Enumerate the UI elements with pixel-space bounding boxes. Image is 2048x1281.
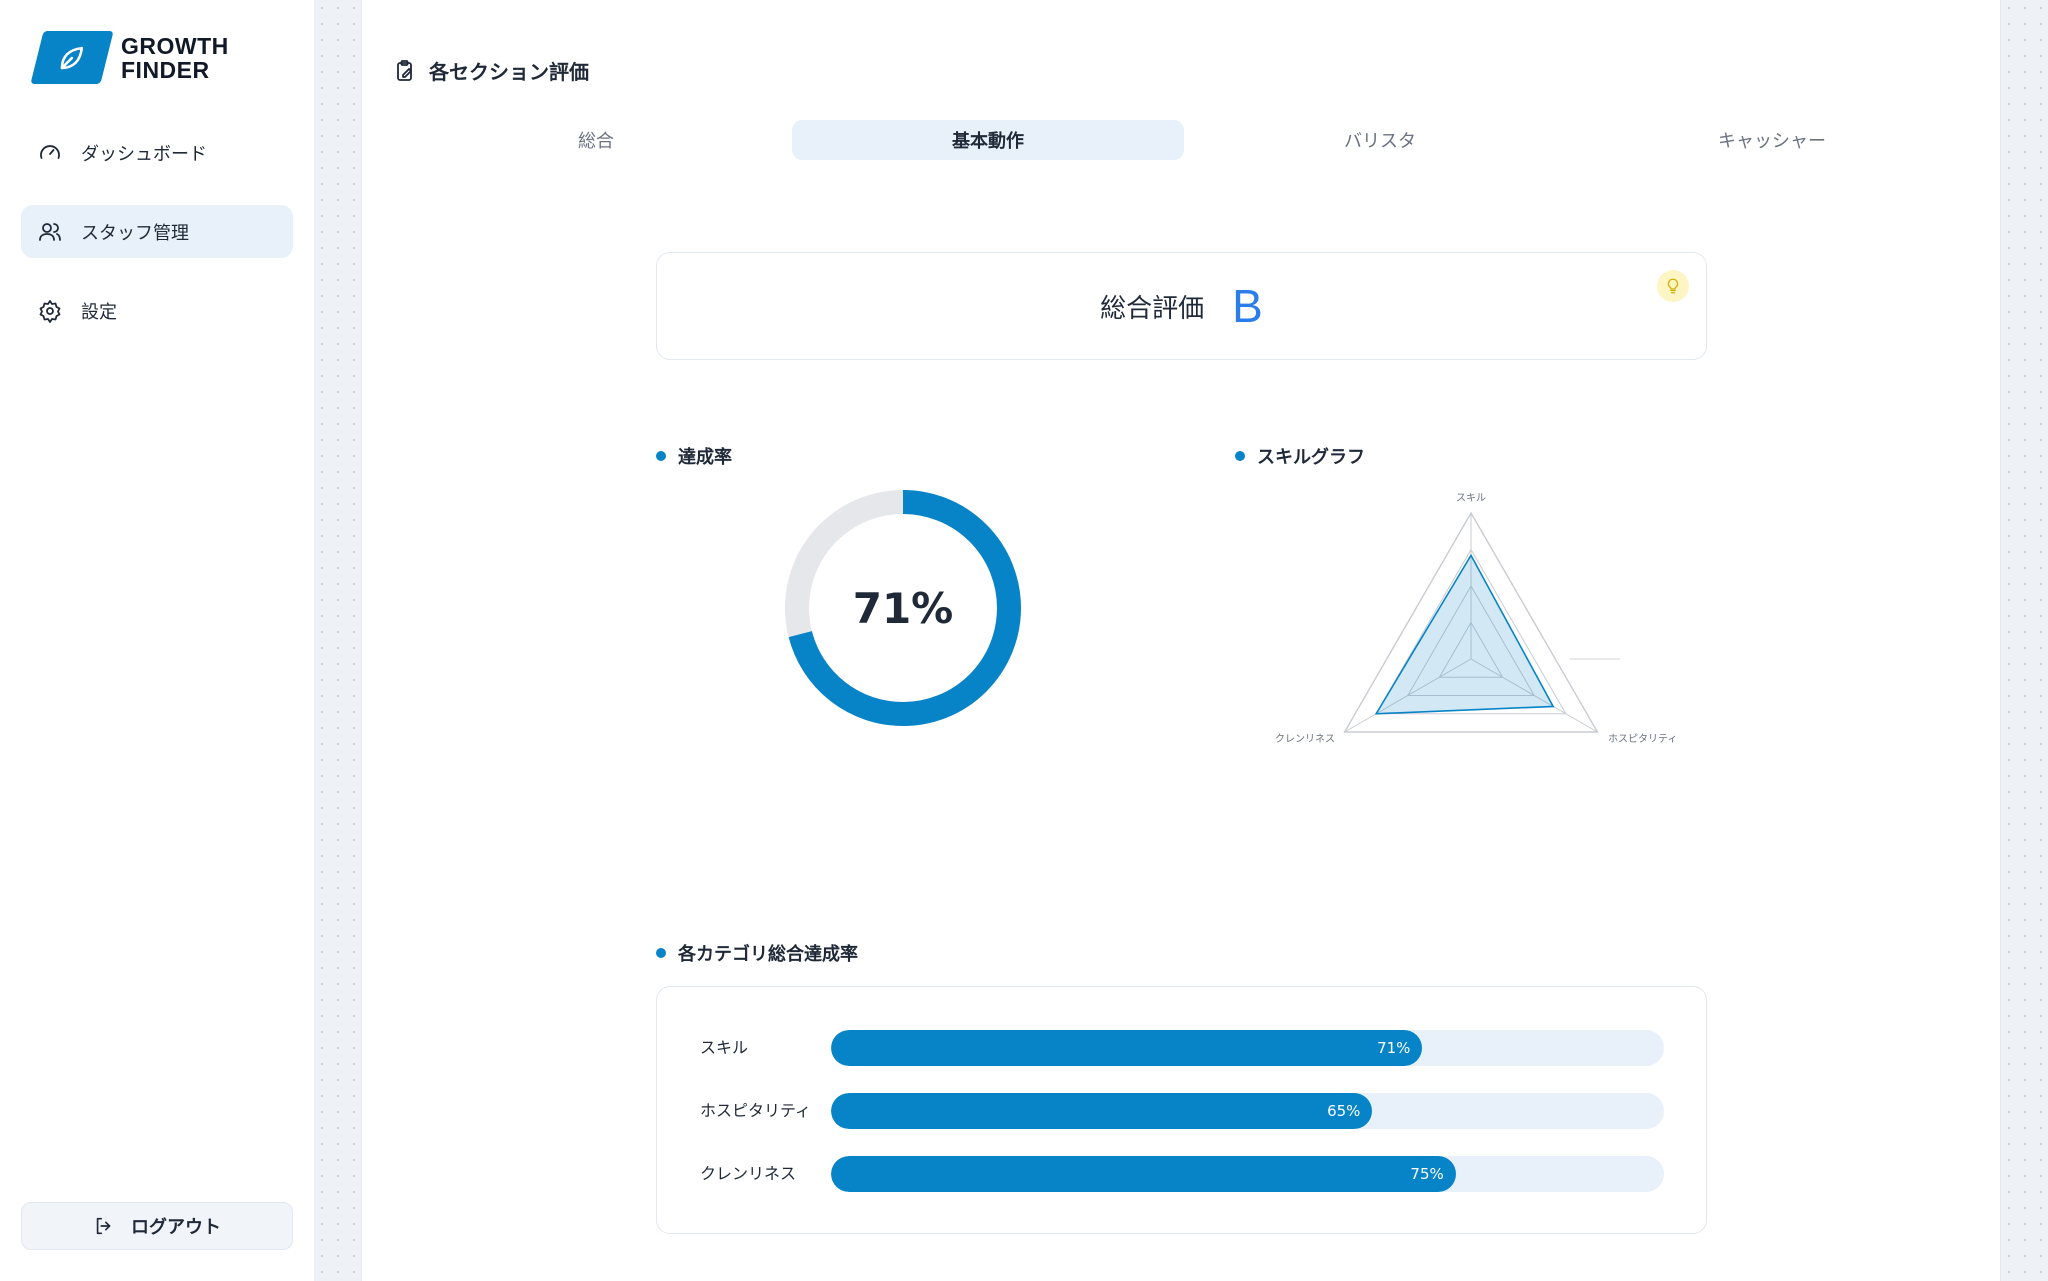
radar-data-area xyxy=(1374,553,1555,715)
sidebar-item-staff[interactable]: スタッフ管理 xyxy=(21,205,293,258)
brand-name-line1: GROWTH xyxy=(121,32,229,59)
category-bar-track: 75% xyxy=(831,1156,1664,1192)
sidebar-item-dashboard[interactable]: ダッシュボード xyxy=(21,126,293,179)
category-bar-fill: 65% xyxy=(831,1093,1373,1129)
tab-overall[interactable]: 総合 xyxy=(400,120,792,160)
lightbulb-icon[interactable] xyxy=(1657,270,1689,302)
category-heading-text: 各カテゴリ総合達成率 xyxy=(678,944,858,965)
sidebar-item-label: スタッフ管理 xyxy=(81,222,189,244)
bullet-dot xyxy=(1235,451,1245,461)
section-tabs: 総合 基本動作 バリスタ キャッシャー xyxy=(400,120,1970,160)
category-heading: 各カテゴリ総合達成率 xyxy=(656,940,858,966)
sidebar: GROWTH FINDER ダッシュボード スタッフ管理 設定 ログアウト xyxy=(0,0,314,1281)
page-title-text: 各セクション評価 xyxy=(429,60,589,84)
background-strip xyxy=(2000,0,2048,1281)
main-content: 各セクション評価 総合 基本動作 バリスタ キャッシャー 総合評価 B 達成率 … xyxy=(363,0,2000,1281)
category-row: スキル 71% xyxy=(657,1030,1708,1066)
category-bar-track: 71% xyxy=(831,1030,1664,1066)
bullet-dot xyxy=(656,451,666,461)
skill-graph-heading: スキルグラフ xyxy=(1235,443,1365,469)
category-bar-value: 71% xyxy=(1377,1039,1411,1057)
overall-grade: B xyxy=(1232,280,1263,332)
brand-logo[interactable]: GROWTH FINDER xyxy=(30,31,229,84)
radar-axis-label-skill: スキル xyxy=(1456,493,1486,504)
category-bar-value: 65% xyxy=(1327,1102,1361,1120)
tab-cashier[interactable]: キャッシャー xyxy=(1576,120,1968,160)
skill-radar: スキル ホスピタリティ クレンリネス xyxy=(1263,478,1713,758)
tab-barista[interactable]: バリスタ xyxy=(1184,120,1576,160)
users-icon xyxy=(37,219,63,245)
category-label: ホスピタリティ xyxy=(700,1101,812,1120)
category-label: スキル xyxy=(700,1038,749,1057)
radar-axis-label-cleanliness: クレンリネス xyxy=(1275,733,1335,745)
category-row: ホスピタリティ 65% xyxy=(657,1093,1708,1129)
achievement-heading-text: 達成率 xyxy=(678,447,732,468)
category-row: クレンリネス 75% xyxy=(657,1156,1708,1192)
background-strip xyxy=(314,0,362,1281)
clipboard-edit-icon xyxy=(393,59,417,83)
leaf-icon xyxy=(30,31,114,84)
brand-name-line2: FINDER xyxy=(121,56,210,83)
page-title: 各セクション評価 xyxy=(393,56,589,85)
radar-axis-label-hospitality: ホスピタリティ xyxy=(1608,733,1677,745)
overall-rating-label: 総合評価 xyxy=(1100,293,1205,324)
radar-chart: スキル ホスピタリティ クレンリネス xyxy=(1275,493,1677,745)
gear-icon xyxy=(37,298,63,324)
category-bar-value: 75% xyxy=(1410,1165,1444,1183)
category-bar-fill: 75% xyxy=(831,1156,1456,1192)
logout-label: ログアウト xyxy=(131,1217,221,1238)
achievement-heading: 達成率 xyxy=(656,443,732,469)
sidebar-item-label: 設定 xyxy=(81,301,117,323)
tab-basic-actions[interactable]: 基本動作 xyxy=(792,120,1184,160)
sidebar-item-label: ダッシュボード xyxy=(81,143,207,165)
achievement-donut: 71% xyxy=(773,478,1033,738)
skill-graph-heading-text: スキルグラフ xyxy=(1257,447,1365,468)
bullet-dot xyxy=(656,948,666,958)
achievement-value: 71% xyxy=(852,583,954,633)
category-label: クレンリネス xyxy=(700,1164,797,1183)
logout-button[interactable]: ログアウト xyxy=(21,1202,293,1250)
gauge-icon xyxy=(37,140,63,166)
category-bar-fill: 71% xyxy=(831,1030,1423,1066)
category-bars-card: スキル 71% ホスピタリティ 65% クレンリネス 75% xyxy=(656,986,1707,1234)
overall-rating-card: 総合評価 B xyxy=(656,252,1707,360)
sidebar-item-settings[interactable]: 設定 xyxy=(21,284,293,337)
brand-name: GROWTH FINDER xyxy=(121,34,229,82)
category-bar-track: 65% xyxy=(831,1093,1664,1129)
logout-icon xyxy=(93,1215,115,1237)
